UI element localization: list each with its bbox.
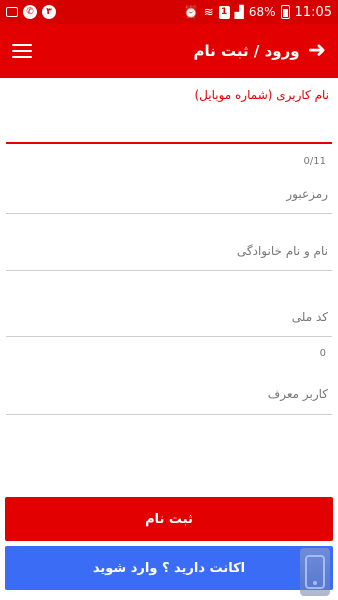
national-code-input[interactable] xyxy=(6,303,332,331)
referrer-field-group xyxy=(6,380,332,420)
login-button[interactable]: اکانت دارید ؟ وارد شوید xyxy=(5,546,333,590)
page-title: ورود / ثبت نام xyxy=(193,42,300,60)
status-right: ⏰ ≋ 1 ▟ 68% 11:05 xyxy=(184,5,332,20)
referrer-input[interactable] xyxy=(6,380,332,408)
battery-icon xyxy=(280,5,290,19)
phone-logo-icon xyxy=(305,555,325,589)
status-bar: ✆ ۳ ⏰ ≋ 1 ▟ 68% 11:05 xyxy=(0,0,338,24)
status-left: ✆ ۳ xyxy=(6,5,56,19)
alarm-icon: ⏰ xyxy=(183,5,199,19)
username-underline xyxy=(6,142,332,144)
password-field-group xyxy=(6,176,332,216)
battery-percent: 68% xyxy=(248,5,276,19)
password-underline xyxy=(6,213,332,214)
username-input[interactable] xyxy=(6,112,332,138)
hamburger-menu-icon[interactable] xyxy=(12,44,32,58)
fullname-input[interactable] xyxy=(6,237,332,265)
national-code-counter: 0 xyxy=(319,348,326,359)
password-input[interactable] xyxy=(6,180,332,208)
register-button[interactable]: ثبت نام xyxy=(5,497,333,541)
referrer-underline xyxy=(6,414,332,415)
username-field-group: نام کاربری (شماره موبایل) 0/11 xyxy=(6,86,332,167)
notification-count-icon: ۳ xyxy=(42,5,56,19)
image-icon xyxy=(6,7,18,17)
app-bar: ➜ ورود / ثبت نام xyxy=(0,24,338,78)
username-label: نام کاربری (شماره موبایل) xyxy=(194,88,329,102)
arrow-right-icon[interactable]: ➜ xyxy=(308,40,326,62)
signal-icon: ▟ xyxy=(234,5,244,19)
whatsapp-icon: ✆ xyxy=(23,5,37,19)
fullname-field-group xyxy=(6,235,332,275)
sim-indicator: 1 xyxy=(218,5,230,19)
username-counter: 0/11 xyxy=(303,156,326,167)
status-time: 11:05 xyxy=(294,4,332,20)
wifi-icon: ≋ xyxy=(203,5,214,19)
app-watermark-logo xyxy=(300,548,330,596)
fullname-underline xyxy=(6,270,332,271)
national-code-underline xyxy=(6,336,332,337)
app-bar-title-wrap: ➜ ورود / ثبت نام xyxy=(194,40,326,62)
national-code-field-group: 0 xyxy=(6,303,332,363)
